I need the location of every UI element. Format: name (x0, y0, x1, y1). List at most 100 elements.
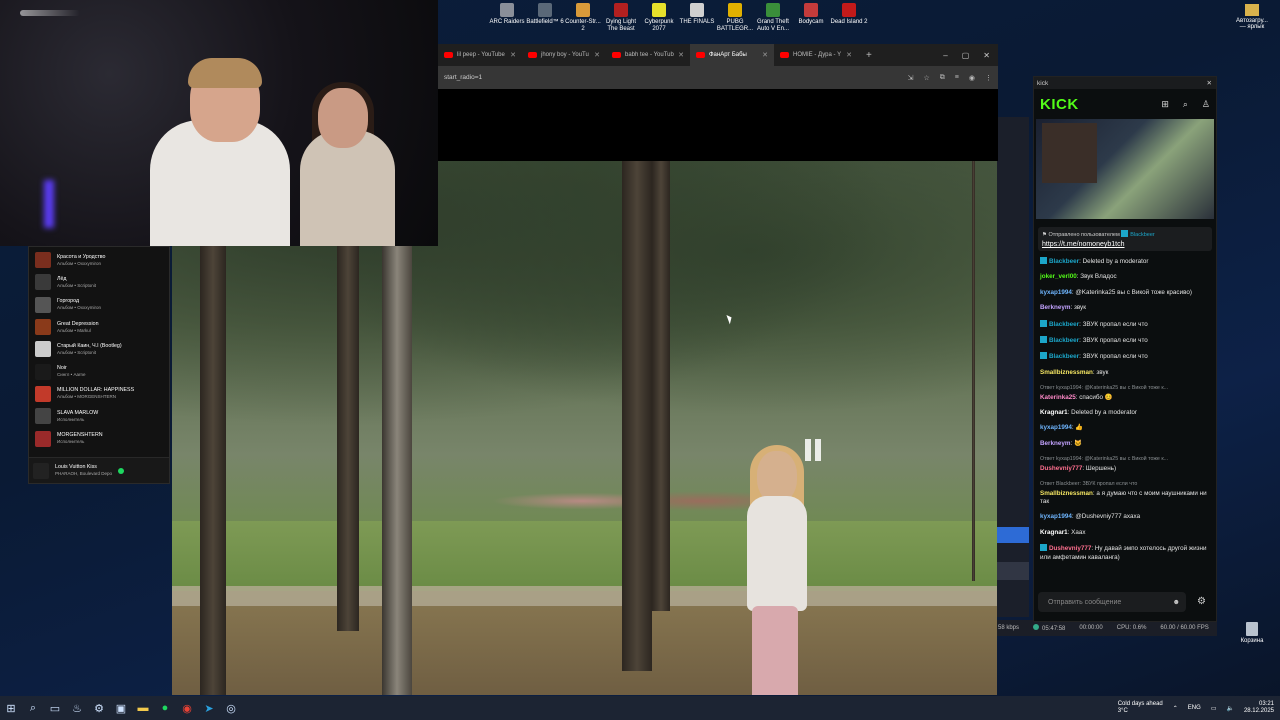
desktop-shortcut[interactable]: THE FINALS (678, 3, 716, 33)
library-item[interactable]: Старый Каин, Ч.I (Bootleg) Альбом • Scrip… (29, 338, 169, 360)
task-view-icon[interactable]: ▭ (44, 696, 66, 720)
chat-message[interactable]: Kragnar1: Хаах (1040, 529, 1210, 538)
steam-icon[interactable]: ♨ (66, 696, 88, 720)
maximize-button[interactable]: ▢ (962, 51, 970, 60)
search-icon[interactable]: ⌕ (22, 696, 44, 720)
close-tab-icon[interactable]: ✕ (678, 51, 684, 59)
chat-message[interactable]: Blackbeer: ЗВУК пропал если что (1040, 335, 1210, 346)
library-item[interactable]: Great Depression Альбом • Markul (29, 316, 169, 338)
chat-username[interactable]: Blackbeer (1049, 321, 1079, 328)
chat-username[interactable]: Blackbeer (1049, 258, 1079, 265)
chevron-up-icon[interactable]: ⌃ (1173, 705, 1178, 712)
chat-message[interactable]: Ответ kyxap1994: @Katerinka25 вы с Викой… (1040, 455, 1210, 473)
chat-username[interactable]: kyxap1994 (1040, 289, 1072, 296)
recycle-bin[interactable]: Корзина (1236, 622, 1268, 644)
chat-username[interactable]: Blackbeer (1049, 337, 1079, 344)
chat-message[interactable]: Berkneym: 🐱 (1040, 440, 1210, 449)
close-button[interactable]: ✕ (983, 51, 990, 60)
reply-preview[interactable]: Ответ kyxap1994: @Katerinka25 вы с Викой… (1040, 384, 1210, 393)
extensions-icon[interactable]: ⧉ (940, 74, 945, 82)
chat-message[interactable]: Blackbeer: ЗВУК пропал если что (1040, 319, 1210, 330)
browser-tab[interactable]: lil peep - YouTube ✕ (438, 44, 522, 66)
now-playing-bar[interactable]: Louis Vuitton Kiss PHARAOH, Boulevard De… (29, 457, 169, 483)
profile-icon[interactable]: ◉ (969, 74, 975, 82)
pinned-user[interactable]: Blackbeer (1130, 232, 1154, 238)
obs-icon[interactable]: ◎ (220, 696, 242, 720)
spotify-icon[interactable]: ● (154, 696, 176, 720)
desktop-shortcut[interactable]: Grand Theft Auto V En... (754, 3, 792, 33)
pinned-message[interactable]: ⚑ Отправлено пользователем Blackbeer htt… (1038, 227, 1212, 251)
library-item[interactable]: MORGENSHTERN Исполнитель (29, 427, 169, 449)
chat-message[interactable]: Kragnar1: Deleted by a moderator (1040, 409, 1210, 418)
chat-message[interactable]: Blackbeer: ЗВУК пропал если что (1040, 352, 1210, 362)
browser-tab[interactable]: jhony boy - YouTu ✕ (522, 44, 606, 66)
chat-message[interactable]: Dushevniy777: Ну давай эмпо хотелось дру… (1040, 544, 1210, 562)
chat-input[interactable]: Отправить сообщение ☻ (1038, 592, 1186, 612)
chat-username[interactable]: Berkneym (1040, 304, 1070, 311)
bookmark-star-icon[interactable]: ☆ (924, 74, 930, 82)
chat-message[interactable]: kyxap1994: @Katerinka25 вы с Викой тоже … (1040, 289, 1210, 298)
chat-username[interactable]: Smallbiznessman (1040, 369, 1093, 376)
chat-message[interactable]: Smallbiznessman: звук (1040, 369, 1210, 378)
close-tab-icon[interactable]: ✕ (762, 51, 768, 59)
desktop-shortcut[interactable]: PUBG BATTLEGR... (716, 3, 754, 33)
library-item[interactable]: Лёд Альбом • Scriptonit (29, 271, 169, 293)
kick-logo[interactable]: KICK (1040, 96, 1079, 113)
chat-username[interactable]: kyxap1994 (1040, 424, 1072, 431)
new-tab-button[interactable]: + (858, 50, 880, 61)
desktop-icon[interactable]: ▣ (110, 696, 132, 720)
chat-username[interactable]: Smallbiznessman (1040, 490, 1093, 497)
library-item[interactable]: Горгород Альбом • Oxxxymiron (29, 294, 169, 316)
chat-message[interactable]: Ответ Blackbeer: ЗВУК пропал если что Sma… (1040, 480, 1210, 507)
library-item[interactable]: Noir Сингл • Aarne (29, 360, 169, 382)
close-tab-icon[interactable]: ✕ (510, 51, 516, 59)
menu-icon[interactable]: ⋮ (985, 74, 992, 82)
pause-icon[interactable] (802, 439, 824, 461)
gear-icon[interactable]: ⚙ (1197, 596, 1206, 607)
desktop-shortcut[interactable]: Dying Light The Beast (602, 3, 640, 33)
desktop-shortcut[interactable]: Bodycam (792, 3, 830, 33)
user-icon[interactable]: ♙ (1202, 99, 1210, 110)
chat-message[interactable]: Ответ kyxap1994: @Katerinka25 вы с Викой… (1040, 384, 1210, 402)
network-icon[interactable]: ▭ (1211, 705, 1217, 712)
install-icon[interactable]: ⇲ (908, 74, 914, 82)
desktop-shortcut[interactable]: Battlefield™ 6 (526, 3, 564, 33)
library-item[interactable]: MILLION DOLLAR: HAPPINESS Альбом • MORGEN… (29, 383, 169, 405)
emoji-icon[interactable]: ☻ (1173, 599, 1180, 606)
language-indicator[interactable]: ENG (1188, 705, 1201, 711)
desktop-shortcut-autostart[interactable]: Автозагру... — ярлык (1234, 4, 1270, 30)
gift-icon[interactable]: ⊞ (1161, 99, 1169, 110)
chrome-icon[interactable]: ◉ (176, 696, 198, 720)
chat-username[interactable]: Kragnar1 (1040, 529, 1068, 536)
close-tab-icon[interactable]: ✕ (594, 51, 600, 59)
chat-message[interactable]: Blackbeer: Deleted by a moderator (1040, 257, 1210, 267)
desktop-shortcut[interactable]: Dead Island 2 (830, 3, 868, 33)
chat-username[interactable]: kyxap1994 (1040, 513, 1072, 520)
start-button[interactable]: ⊞ (0, 696, 22, 720)
chat-username[interactable]: Katerinka25 (1040, 394, 1076, 401)
minimize-button[interactable]: – (943, 51, 947, 60)
close-tab-icon[interactable]: ✕ (846, 51, 852, 59)
chat-message[interactable]: joker_verl00: Звук Владос (1040, 273, 1210, 282)
desktop-shortcut[interactable]: ARC Raiders (488, 3, 526, 33)
liked-check-icon[interactable] (118, 467, 125, 474)
now-playing-title[interactable]: Louis Vuitton Kiss (55, 464, 112, 471)
chat-message[interactable]: kyxap1994: 👍 (1040, 424, 1210, 433)
browser-tab[interactable]: babh tee - YouTub ✕ (606, 44, 690, 66)
chat-username[interactable]: Berkneym (1040, 440, 1070, 447)
chat-username[interactable]: Blackbeer (1049, 353, 1079, 360)
clock[interactable]: 03:21 28.12.2025 (1244, 701, 1274, 715)
kick-close-icon[interactable]: ✕ (1207, 79, 1216, 87)
chat-username[interactable]: joker_verl00 (1040, 273, 1077, 280)
pinned-link[interactable]: https://t.me/nomoneyb1tch (1042, 241, 1208, 248)
browser-tab[interactable]: HOMIE - Дура - Y ✕ (774, 44, 858, 66)
telegram-icon[interactable]: ➤ (198, 696, 220, 720)
chat-username[interactable]: Dushevniy777 (1040, 465, 1082, 472)
browser-tab[interactable]: ФанАрт Бабы ✕ (690, 44, 774, 66)
chat-message[interactable]: kyxap1994: @Dushevniy777 ахаха (1040, 513, 1210, 522)
media-icon[interactable]: ≡ (955, 74, 959, 82)
chat-username[interactable]: Kragnar1 (1040, 409, 1068, 416)
search-icon[interactable]: ⌕ (1183, 99, 1188, 110)
reply-preview[interactable]: Ответ Blackbeer: ЗВУК пропал если что (1040, 480, 1210, 489)
volume-icon[interactable]: 🔈 (1226, 705, 1233, 712)
